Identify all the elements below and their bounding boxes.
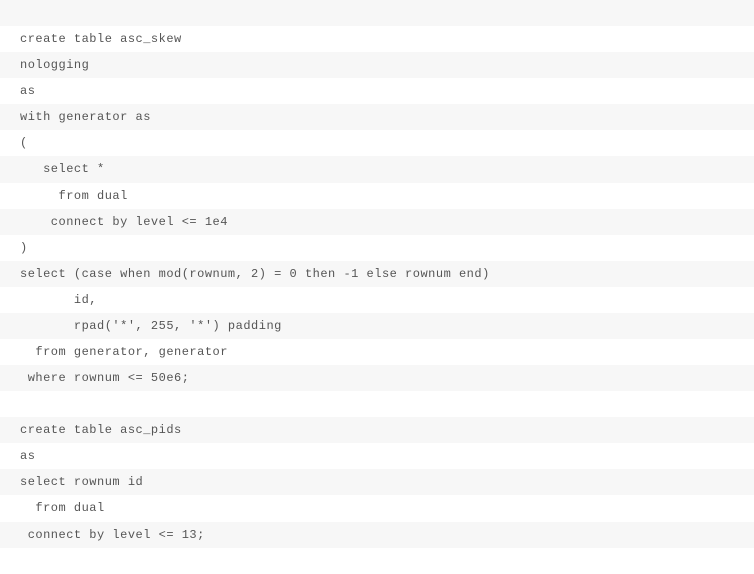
code-line: [0, 391, 754, 417]
code-line: from dual: [0, 495, 754, 521]
code-line: select (case when mod(rownum, 2) = 0 the…: [0, 261, 754, 287]
code-line: where rownum <= 50e6;: [0, 365, 754, 391]
code-line: with generator as: [0, 104, 754, 130]
code-line: [0, 0, 754, 26]
code-line: id,: [0, 287, 754, 313]
code-line: select rownum id: [0, 469, 754, 495]
code-line: as: [0, 443, 754, 469]
code-line: connect by level <= 1e4: [0, 209, 754, 235]
code-line: rpad('*', 255, '*') padding: [0, 313, 754, 339]
code-line: create table asc_pids: [0, 417, 754, 443]
code-line: create table asc_skew: [0, 26, 754, 52]
code-line: [0, 548, 754, 574]
code-line: as: [0, 78, 754, 104]
code-line: select *: [0, 156, 754, 182]
code-line: connect by level <= 13;: [0, 522, 754, 548]
code-line: from dual: [0, 183, 754, 209]
code-line: (: [0, 130, 754, 156]
code-line: ): [0, 235, 754, 261]
code-line: nologging: [0, 52, 754, 78]
sql-code-block: create table asc_skew nologging as with …: [0, 0, 754, 574]
code-line: from generator, generator: [0, 339, 754, 365]
